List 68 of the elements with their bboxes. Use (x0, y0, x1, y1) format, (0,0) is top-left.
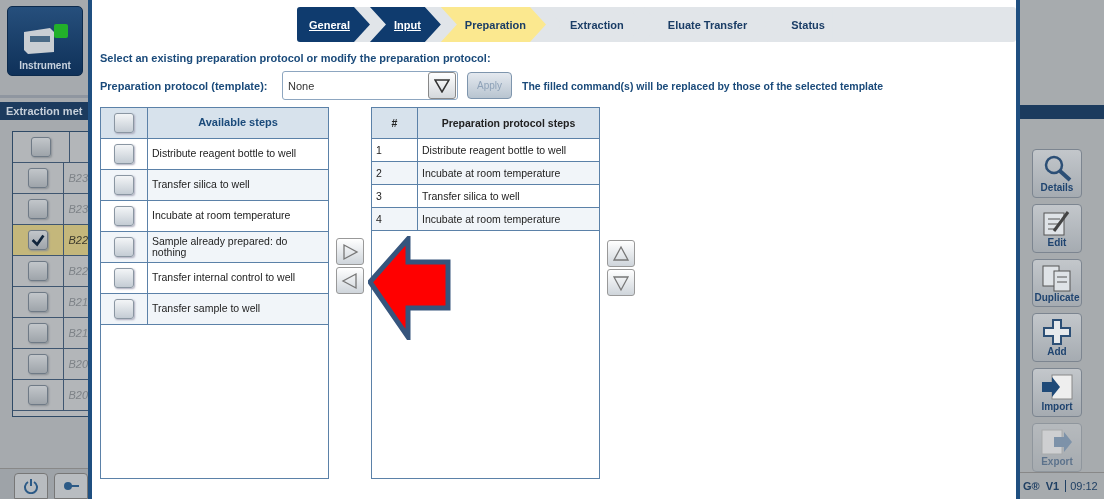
move-up-button[interactable] (607, 240, 635, 267)
move-down-button[interactable] (607, 269, 635, 296)
details-button[interactable]: Details (1032, 149, 1082, 198)
add-button[interactable]: Add (1032, 313, 1082, 363)
checkbox[interactable] (114, 268, 134, 288)
step-name: Incubate at room temperature (152, 210, 291, 222)
triangle-up-icon (612, 244, 630, 263)
step-name: Distribute reagent bottle to well (152, 148, 297, 160)
template-dropdown[interactable]: None (282, 71, 458, 100)
checkbox[interactable] (28, 199, 49, 219)
key-button[interactable] (54, 473, 88, 499)
edit-button[interactable]: Edit (1032, 203, 1082, 253)
step-name: Incubate at room temperature (422, 213, 561, 225)
triangle-left-icon (341, 271, 359, 290)
table-row[interactable]: B22 (13, 225, 88, 256)
export-icon (1040, 428, 1074, 457)
checkbox[interactable] (28, 323, 49, 343)
checkbox[interactable] (28, 292, 49, 312)
column-header: Available steps (197, 115, 279, 131)
add-icon (1040, 318, 1074, 347)
step-number: 2 (376, 167, 382, 179)
step-number: 3 (376, 190, 382, 202)
step-name: Sample already prepared: do nothing (152, 236, 289, 258)
dropdown-arrow-icon (434, 78, 450, 93)
step-name: Distribute reagent bottle to well (422, 144, 567, 156)
triangle-right-icon (341, 242, 359, 261)
panel-title: Extraction met (0, 102, 88, 120)
step-number: 1 (376, 144, 382, 156)
checkbox[interactable] (28, 354, 49, 374)
move-left-button[interactable] (336, 267, 364, 294)
power-icon (23, 478, 39, 494)
column-header: # (372, 108, 418, 138)
import-button[interactable]: Import (1032, 368, 1082, 418)
checkbox[interactable] (28, 230, 49, 250)
template-label: Preparation protocol (template): (100, 79, 269, 92)
step-name: Transfer internal control to well (152, 272, 296, 284)
checkbox[interactable] (114, 299, 134, 319)
checkbox[interactable] (114, 175, 134, 195)
duplicate-button[interactable]: Duplicate (1032, 258, 1082, 308)
import-icon (1040, 373, 1074, 402)
version-text: V1 (1045, 480, 1060, 492)
clock-time: 09:12 (1065, 480, 1098, 492)
column-header: Preparation protocol steps (440, 116, 577, 131)
checkbox[interactable] (114, 144, 134, 164)
instrument-button[interactable]: Instrument (7, 6, 83, 76)
step-name: Incubate at room temperature (422, 167, 561, 179)
step-name: Transfer silica to well (422, 190, 520, 202)
triangle-down-icon (612, 273, 630, 292)
wizard-step[interactable]: Input (369, 7, 441, 42)
step-name: Transfer silica to well (152, 179, 250, 191)
instruction-text: Select an existing preparation protocol or modify the preparation protocol: (100, 52, 492, 64)
checkbox[interactable] (114, 206, 134, 226)
duplicate-icon (1040, 263, 1074, 292)
brand-text: G® (1023, 480, 1040, 492)
checkbox[interactable] (114, 237, 134, 257)
wizard-step[interactable]: General (297, 7, 370, 42)
checkbox[interactable] (114, 113, 134, 133)
method-name: B22 (68, 234, 88, 246)
step-number: 4 (376, 213, 382, 225)
checkbox[interactable] (31, 137, 51, 157)
checkbox[interactable] (28, 261, 49, 281)
step-name: Transfer sample to well (152, 303, 261, 315)
checkbox[interactable] (28, 385, 49, 405)
move-right-button[interactable] (336, 238, 364, 265)
checkbox[interactable] (28, 168, 49, 188)
template-note: The filled command(s) will be replaced by those of the selected template (522, 79, 884, 92)
wizard-step[interactable]: Preparation (440, 7, 546, 42)
power-button[interactable] (14, 473, 48, 499)
